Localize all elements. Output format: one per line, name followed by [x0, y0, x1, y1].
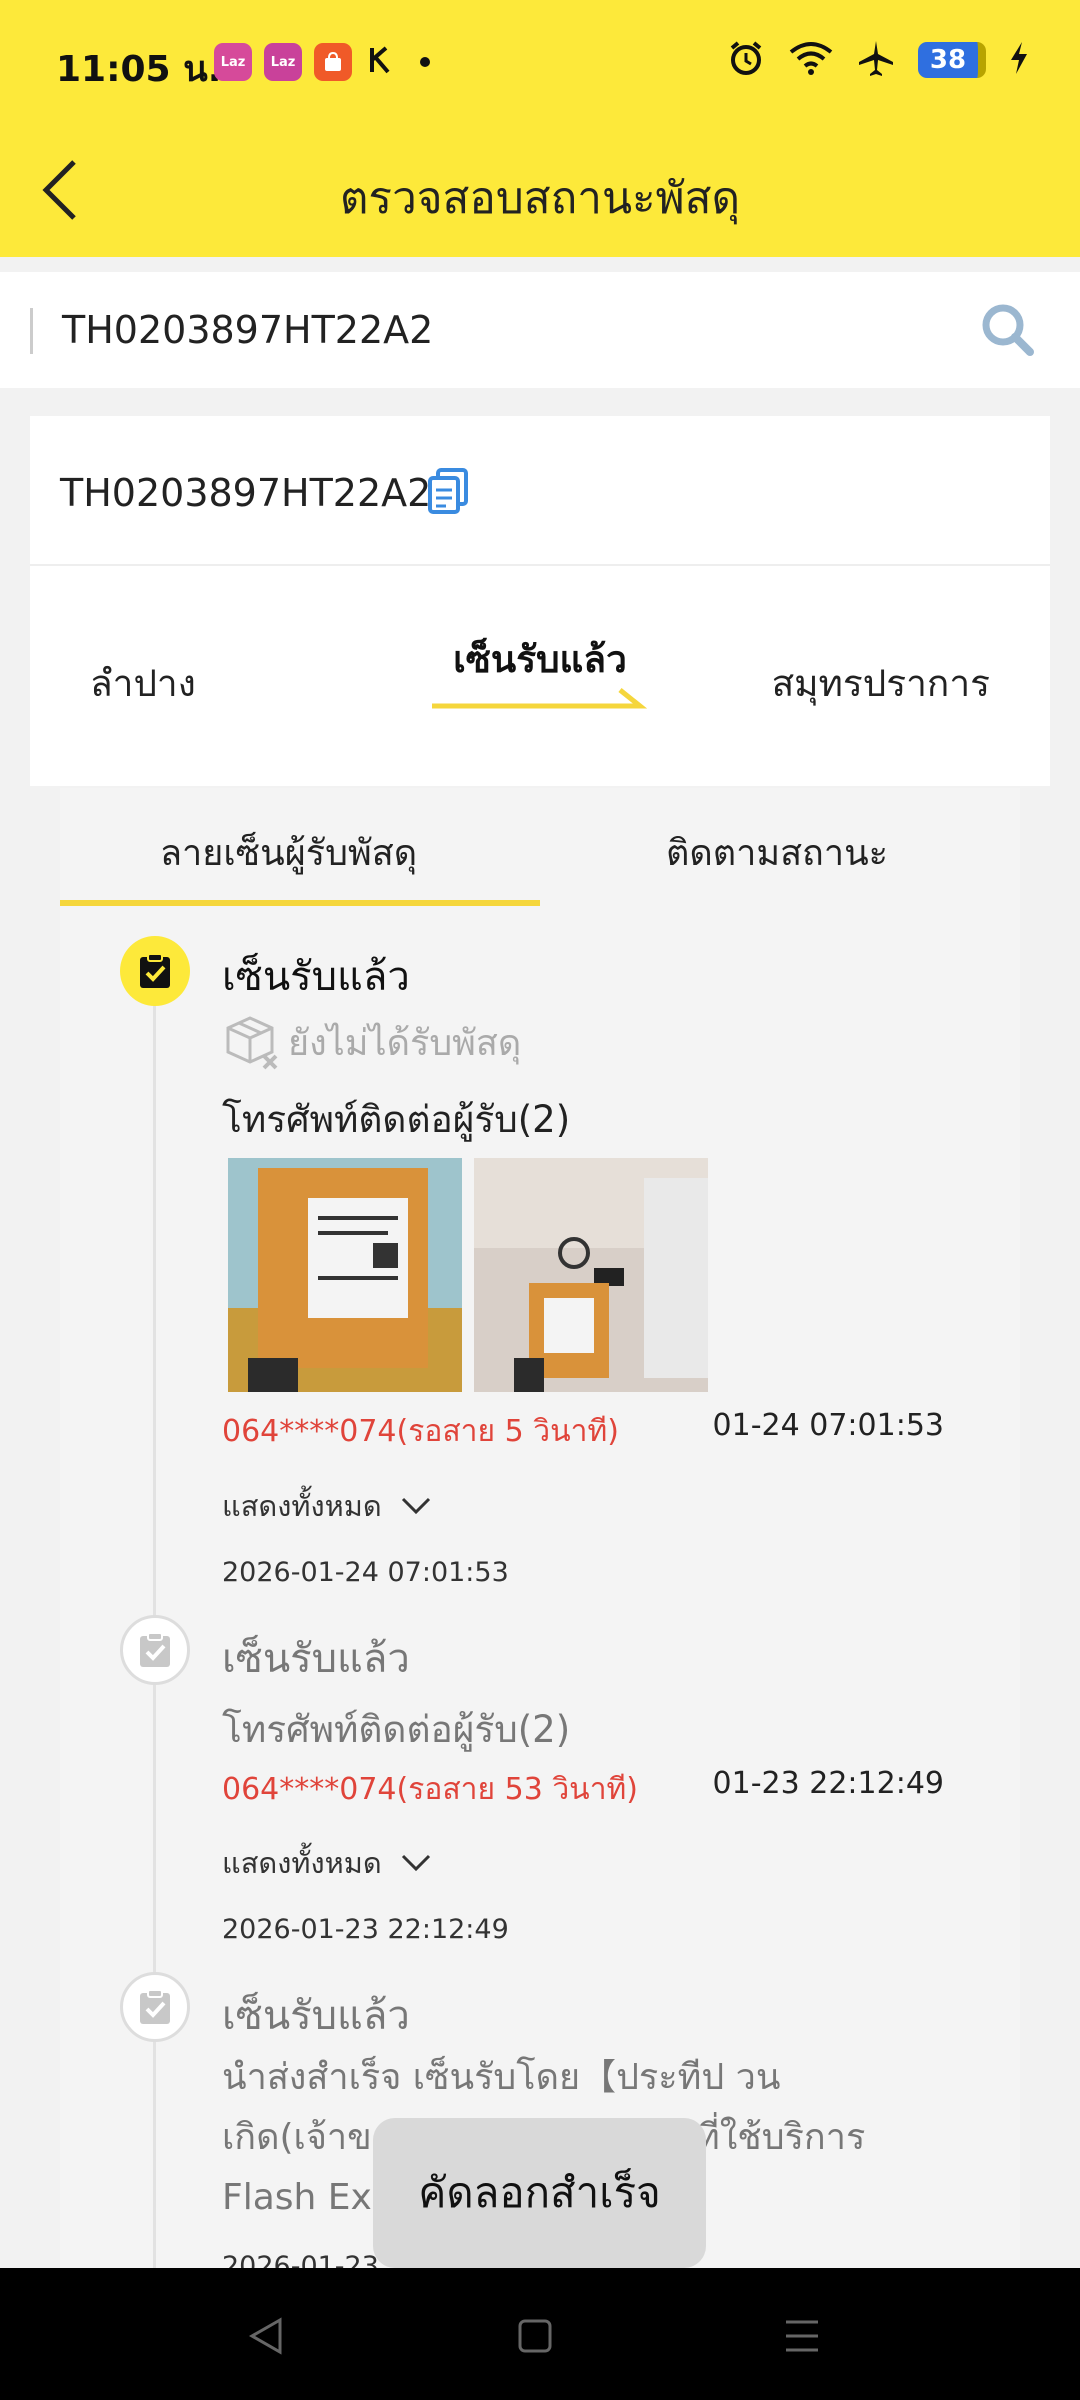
- charging-icon: [1008, 40, 1030, 80]
- event-subtitle: โทรศัพท์ติดต่อผู้รับ(2): [222, 1098, 571, 1141]
- app-header: ตรวจสอบสถานะพัสดุ: [0, 125, 1080, 257]
- event-subtitle: โทรศัพท์ติดต่อผู้รับ(2): [222, 1708, 571, 1751]
- search-button[interactable]: [976, 298, 1040, 362]
- active-tab-indicator: [60, 900, 540, 906]
- lazada-app-icon: Laz: [214, 43, 252, 81]
- show-all-button[interactable]: แสดงทั้งหมด: [222, 1840, 432, 1886]
- copy-button[interactable]: [424, 466, 474, 516]
- battery-icon: 38: [918, 42, 986, 78]
- event-title: เซ็นรับแล้ว: [222, 1636, 410, 1682]
- event-title: เซ็นรับแล้ว: [222, 954, 410, 1000]
- tab-recipient-signature[interactable]: ลายเซ็นผู้รับพัสดุ: [160, 824, 417, 881]
- k-app-icon: [364, 42, 400, 82]
- chevron-down-icon: [401, 1854, 430, 1872]
- search-icon: [982, 304, 1034, 356]
- tab-tracking-status[interactable]: ติดตามสถานะ: [666, 824, 888, 881]
- show-all-button[interactable]: แสดงทั้งหมด: [222, 1483, 432, 1529]
- search-bar: TH0203897HT22A2: [0, 272, 1080, 388]
- system-nav-bar: [0, 2268, 1080, 2400]
- event-date: 2026-01-23 22:12:49: [222, 1914, 509, 1945]
- route-arrow-icon: [432, 688, 648, 709]
- status-time: 11:05 น.: [56, 49, 222, 90]
- airplane-mode-icon: [856, 38, 896, 82]
- wifi-icon: [788, 38, 834, 82]
- call-log-time: 01-23 22:12:49: [712, 1766, 944, 1801]
- tab-bar: ลายเซ็นผู้รับพัสดุ ติดตามสถานะ: [60, 788, 1020, 908]
- detail-panel: ลายเซ็นผู้รับพัสดุ ติดตามสถานะ เซ็นรับแล…: [60, 788, 1020, 2268]
- clipboard-check-icon: [140, 1989, 170, 2024]
- parcel-photo[interactable]: [228, 1158, 462, 1392]
- nav-back-button[interactable]: [238, 2308, 294, 2364]
- notification-icons: Laz Laz: [214, 42, 430, 82]
- triangle-back-icon: [248, 2317, 282, 2355]
- nav-home-button[interactable]: [507, 2308, 563, 2364]
- tracking-number: TH0203897HT22A2: [60, 471, 432, 515]
- square-home-icon: [518, 2319, 552, 2353]
- chevron-down-icon: [401, 1497, 430, 1515]
- event-description-line: นำส่งสำเร็จ เซ็นรับโดย【ประทีป วน: [222, 2057, 781, 2098]
- parcel-photo[interactable]: [474, 1158, 708, 1392]
- search-input[interactable]: TH0203897HT22A2: [62, 308, 433, 352]
- tracking-number-row: TH0203897HT22A2: [30, 416, 1050, 566]
- shopee-app-icon: [314, 43, 352, 81]
- system-icons: 38: [726, 38, 1030, 82]
- route-summary: ลำปาง เซ็นรับแล้ว สมุทรปราการ: [30, 566, 1050, 786]
- not-received-badge: ยังไม่ได้รับพัสดุ: [222, 1012, 521, 1072]
- show-all-label: แสดงทั้งหมด: [222, 1846, 382, 1880]
- page-title: ตรวจสอบสถานะพัสดุ: [339, 173, 741, 224]
- call-log-text: 064****074(รอสาย 53 วินาที): [222, 1772, 639, 1807]
- tracking-card: TH0203897HT22A2 ลำปาง เซ็นรับแล้ว สมุทรป…: [30, 416, 1050, 786]
- menu-icon: [786, 2320, 818, 2352]
- call-log-time: 01-24 07:01:53: [712, 1408, 944, 1443]
- event-title: เซ็นรับแล้ว: [222, 1993, 410, 2039]
- alarm-icon: [726, 38, 766, 82]
- dot-icon: [420, 57, 430, 67]
- lazada-app-icon: Laz: [264, 43, 302, 81]
- timeline-node: [120, 1972, 190, 2042]
- call-log-text: 064****074(รอสาย 5 วินาที): [222, 1414, 619, 1449]
- show-all-label: แสดงทั้งหมด: [222, 1489, 382, 1523]
- copy-success-toast: คัดลอกสำเร็จ: [373, 2118, 706, 2268]
- status-bar: 11:05 น. Laz Laz 38: [0, 0, 1080, 125]
- clipboard-check-icon: [140, 953, 170, 988]
- not-received-label: ยังไม่ได้รับพัสดุ: [288, 1022, 522, 1064]
- timeline-node: [120, 1615, 190, 1685]
- nav-menu-button[interactable]: [774, 2308, 830, 2364]
- timeline-node-active: [120, 936, 190, 1006]
- event-date: 2026-01-24 07:01:53: [222, 1557, 509, 1588]
- clipboard-check-icon: [140, 1632, 170, 1667]
- destination-label: สมุทรปราการ: [771, 662, 990, 705]
- search-cursor: [30, 308, 33, 354]
- copy-icon: [428, 468, 468, 514]
- package-cross-icon: [226, 1016, 278, 1070]
